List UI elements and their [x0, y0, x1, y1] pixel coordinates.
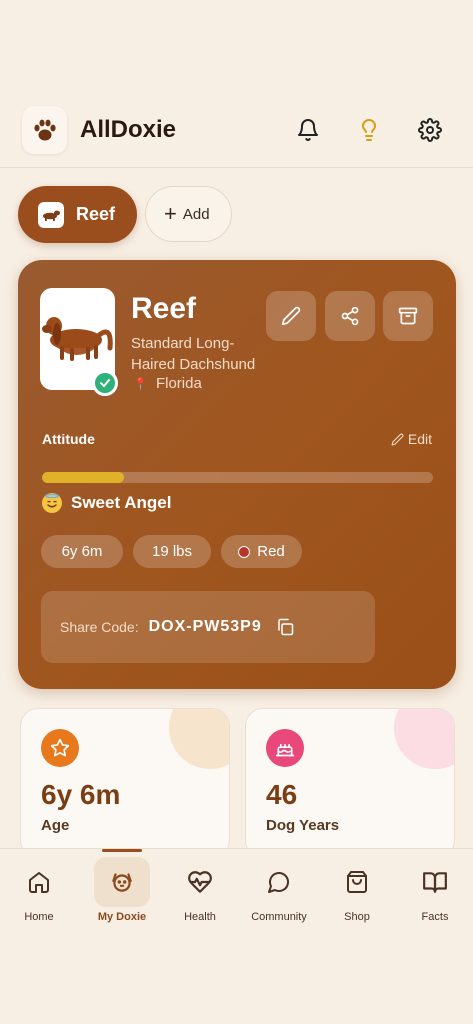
plus-icon: + — [164, 201, 177, 226]
nav-facts-label: Facts — [421, 911, 449, 923]
decorative-blob — [169, 709, 229, 769]
nav-shop-label: Shop — [344, 911, 370, 923]
dog-icon — [112, 873, 132, 892]
pet-location: 📍 Florida — [133, 375, 202, 392]
pet-name: Reef — [131, 292, 197, 325]
app-logo — [22, 106, 67, 154]
edit-attitude-link[interactable]: Edit — [391, 431, 432, 447]
pet-breed: Standard Long-Haired Dachshund — [131, 335, 256, 373]
star-icon — [41, 729, 79, 767]
pencil-icon — [391, 433, 404, 445]
copy-icon[interactable] — [276, 618, 294, 636]
heart-pulse-icon — [188, 871, 212, 893]
app-title: AllDoxie — [80, 116, 177, 143]
home-icon — [29, 872, 49, 893]
chat-icon — [268, 872, 289, 893]
pet-chip-label: Reef — [76, 204, 116, 224]
age-stat-card: 6y 6m Age — [20, 708, 230, 858]
pet-chip-reef[interactable]: Reef — [18, 186, 137, 243]
share-code-label: Share Code: — [60, 619, 139, 635]
bottom-nav: Home My Doxie Health Community Shop Fact… — [0, 848, 473, 934]
attitude-label: Attitude — [42, 431, 95, 447]
nav-my-doxie-label: My Doxie — [97, 911, 147, 923]
dog-years-stat-value: 46 — [266, 779, 298, 810]
nav-facts[interactable]: Facts — [399, 857, 471, 929]
age-chip: 6y 6m — [41, 535, 123, 568]
coat-color-swatch — [238, 545, 251, 558]
nav-community[interactable]: Community — [243, 857, 315, 929]
paw-icon — [33, 119, 56, 141]
gear-icon[interactable] — [416, 116, 444, 144]
add-pet-label: Add — [182, 205, 210, 223]
pencil-icon — [281, 306, 301, 326]
bell-icon[interactable] — [294, 116, 322, 144]
nav-shop[interactable]: Shop — [321, 857, 393, 929]
bag-icon — [347, 871, 367, 893]
add-pet-button[interactable]: + Add — [145, 186, 232, 242]
share-code-box: Share Code: DOX-PW53P9 — [41, 591, 375, 663]
angel-face-icon — [42, 493, 62, 513]
nav-home[interactable]: Home — [3, 857, 75, 929]
share-button[interactable] — [325, 291, 375, 341]
archive-icon — [398, 307, 418, 325]
location-pin-icon: 📍 — [133, 376, 148, 391]
pet-location-text: Florida — [155, 375, 202, 392]
archive-button[interactable] — [383, 291, 433, 341]
dog-years-stat-label: Dog Years — [266, 817, 340, 834]
mood-text: Sweet Angel — [71, 493, 172, 512]
nav-health[interactable]: Health — [164, 857, 236, 929]
edit-profile-button[interactable] — [266, 291, 316, 341]
dog-thumbnail-icon — [38, 201, 64, 228]
nav-home-label: Home — [24, 911, 54, 923]
app-header: AllDoxie — [0, 100, 473, 168]
coat-color-label: Red — [257, 543, 285, 560]
decorative-blob — [394, 709, 454, 769]
active-tab-indicator — [102, 849, 142, 852]
weight-chip: 19 lbs — [133, 535, 211, 568]
share-icon — [341, 306, 359, 326]
cake-icon — [266, 729, 304, 767]
edit-link-label: Edit — [407, 431, 432, 447]
verified-check-icon — [92, 370, 118, 396]
attitude-bar-fill — [42, 472, 125, 483]
lightbulb-icon[interactable] — [355, 116, 383, 144]
coat-color-chip: Red — [221, 535, 302, 568]
nav-health-label: Health — [184, 911, 216, 923]
attitude-mood: Sweet Angel — [42, 493, 171, 513]
dog-years-stat-card: 46 Dog Years — [245, 708, 455, 858]
pet-profile-card: Reef Standard Long-Haired Dachshund 📍 Fl… — [18, 260, 456, 689]
nav-community-label: Community — [251, 911, 307, 923]
share-code-value: DOX-PW53P9 — [148, 618, 262, 635]
age-stat-label: Age — [41, 817, 70, 834]
attitude-bar — [42, 472, 433, 483]
nav-my-doxie[interactable]: My Doxie — [86, 857, 158, 929]
age-stat-value: 6y 6m — [41, 779, 121, 810]
book-icon — [423, 872, 447, 893]
